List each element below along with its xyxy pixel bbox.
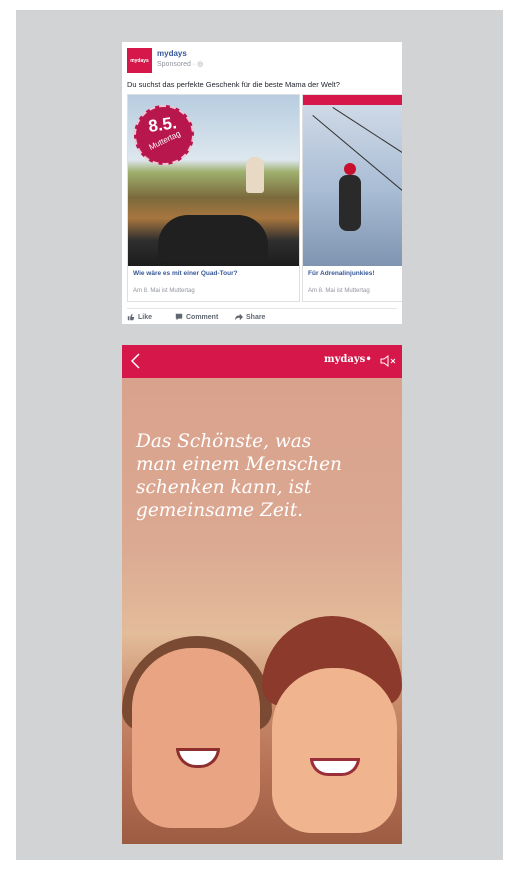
- carousel-card-quad[interactable]: 8.5. Muttertag Wie wäre es mit einer Qua…: [127, 94, 300, 302]
- daughter-face: [132, 648, 260, 828]
- action-bar: Like Comment Share: [127, 308, 397, 323]
- quote-line: gemeinsame Zeit.: [136, 500, 304, 521]
- quad-bike-shape: [158, 215, 268, 263]
- jumper-figure: [339, 175, 361, 231]
- thumbs-up-icon: [127, 313, 135, 321]
- share-label: Share: [246, 313, 266, 321]
- facebook-ad-card: mydays mydays Sponsored · ◎ Du suchst da…: [122, 42, 402, 324]
- zipline-image: [303, 95, 402, 266]
- page-name[interactable]: mydays: [157, 49, 187, 58]
- brand-text: mydays: [324, 354, 366, 365]
- sponsored-text: Sponsored ·: [157, 61, 198, 68]
- mother-face: [272, 668, 397, 833]
- carousel[interactable]: 8.5. Muttertag Wie wäre es mit einer Qua…: [127, 94, 402, 302]
- comment-button[interactable]: Comment: [175, 313, 218, 321]
- quote-line: schenken kann, ist: [136, 477, 312, 498]
- sponsored-label: Sponsored · ◎: [157, 60, 203, 68]
- card-description: Am 8. Mai ist Muttertag: [133, 288, 195, 294]
- card-title[interactable]: Wie wäre es mit einer Quad-Tour?: [133, 270, 238, 277]
- story-quote: Das Schönste, was man einem Menschen sch…: [136, 430, 391, 522]
- comment-icon: [175, 313, 183, 321]
- ad-text: Du suchst das perfekte Geschenk für die …: [127, 80, 340, 89]
- ad-header: mydays mydays Sponsored · ◎: [127, 48, 397, 76]
- story-top-bar: mydays•: [122, 345, 402, 378]
- back-icon[interactable]: [130, 353, 142, 369]
- globe-icon: ◎: [197, 61, 204, 68]
- quote-line: Das Schönste, was: [136, 431, 312, 452]
- card-title[interactable]: Für Adrenalinjunkies!: [308, 270, 375, 277]
- share-button[interactable]: Share: [235, 313, 265, 321]
- mute-icon[interactable]: [380, 355, 396, 367]
- muttertag-badge: 8.5. Muttertag: [130, 101, 198, 169]
- jumper-helmet: [344, 163, 356, 175]
- brand-logo: mydays•: [324, 354, 372, 365]
- carousel-card-zipline[interactable]: Für Adrenalinjunkies! Am 8. Mai ist Mutt…: [302, 94, 402, 302]
- like-label: Like: [138, 313, 153, 321]
- rider-figure: [246, 157, 264, 193]
- card-description: Am 8. Mai ist Muttertag: [308, 288, 370, 294]
- page-logo[interactable]: mydays: [127, 48, 152, 73]
- comment-label: Comment: [186, 313, 219, 321]
- quad-tour-image: 8.5. Muttertag: [128, 95, 299, 266]
- brand-dot-icon: •: [365, 354, 372, 365]
- like-button[interactable]: Like: [127, 313, 152, 321]
- mobile-story: Das Schönste, was man einem Menschen sch…: [122, 345, 402, 844]
- quote-line: man einem Menschen: [136, 454, 342, 475]
- story-photo: Das Schönste, was man einem Menschen sch…: [122, 378, 402, 844]
- share-icon: [235, 313, 243, 321]
- zipline-cable: [332, 107, 402, 185]
